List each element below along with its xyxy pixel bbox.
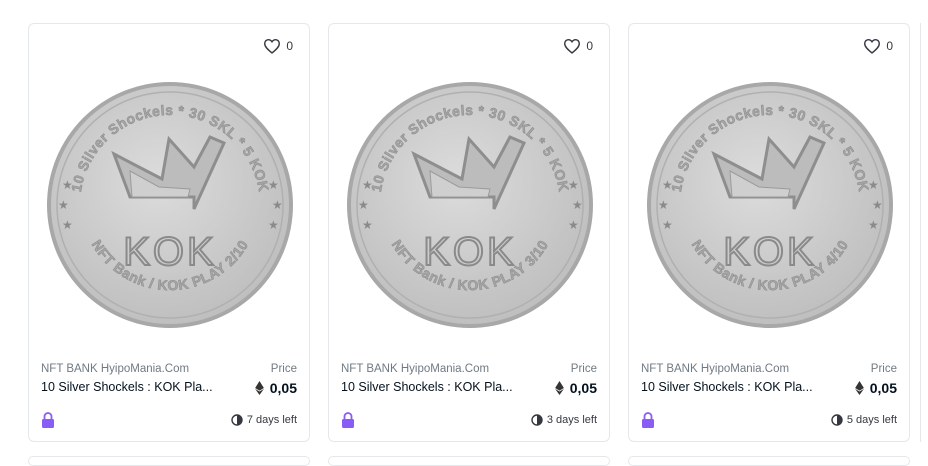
favorite-count: 0 [286,39,293,53]
time-left: 3 days left [531,414,597,426]
nft-card[interactable]: 0 10 Silver Shockels * 30 SKL * 5 KOK NF… [628,23,910,442]
favorite-count: 0 [886,39,893,53]
coin-image: 10 Silver Shockels * 30 SKL * 5 KOK NFT … [47,82,293,328]
svg-text:★: ★ [268,218,279,232]
clock-icon [831,414,843,426]
clock-icon [231,414,243,426]
price-label: Price [570,363,597,375]
svg-text:★: ★ [272,198,283,212]
svg-text:★: ★ [662,178,673,192]
nft-image[interactable]: 10 Silver Shockels * 30 SKL * 5 KOK NFT … [344,71,596,339]
price-label: Price [870,363,897,375]
time-left-text: 7 days left [246,414,297,426]
lock-icon [342,412,354,428]
item-name[interactable]: 10 Silver Shockels : KOK Pla... [641,380,816,394]
svg-text:★: ★ [62,218,73,232]
time-left-text: 3 days left [546,414,597,426]
svg-text:★: ★ [868,178,879,192]
price: 0,05 [554,380,597,396]
next-row-card-edge [28,456,310,466]
time-left: 7 days left [231,414,297,426]
svg-text:★: ★ [62,178,73,192]
nft-card[interactable]: 0 10 Silver Shockels * 30 SKL * 5 KOK NF… [328,23,610,442]
svg-text:★: ★ [868,218,879,232]
nft-image[interactable]: 10 Silver Shockels * 30 SKL * 5 KOK NFT … [44,71,296,339]
svg-text:★: ★ [362,218,373,232]
collection-name[interactable]: NFT BANK HyipoMania.Com [41,363,189,375]
price-value: 0,05 [569,380,597,396]
svg-text:★: ★ [662,218,673,232]
price-value: 0,05 [269,380,297,396]
favorite-button[interactable]: 0 [263,38,293,54]
clock-icon [531,414,543,426]
price-label: Price [270,363,297,375]
ethereum-icon [254,381,264,395]
next-row-card-edge [328,456,610,466]
item-name[interactable]: 10 Silver Shockels : KOK Pla... [41,380,216,394]
heart-icon [864,38,881,54]
collection-name[interactable]: NFT BANK HyipoMania.Com [341,363,489,375]
next-card-edge [920,23,928,442]
favorite-button[interactable]: 0 [863,38,893,54]
coin-image: 10 Silver Shockels * 30 SKL * 5 KOK NFT … [647,82,893,328]
nft-card[interactable]: 0 10 Silver Shockels * 30 SKL * 5 KOK NF… [28,23,310,442]
heart-icon [564,38,581,54]
time-left: 5 days left [831,414,897,426]
coin-center-text: KOK [123,230,216,274]
price: 0,05 [254,380,297,396]
favorite-button[interactable]: 0 [563,38,593,54]
next-row-card-edge [628,456,910,466]
item-name[interactable]: 10 Silver Shockels : KOK Pla... [341,380,516,394]
coin-center-text: KOK [423,230,516,274]
svg-text:★: ★ [268,178,279,192]
svg-text:★: ★ [872,198,883,212]
lock-icon [42,412,54,428]
time-left-text: 5 days left [846,414,897,426]
collection-name[interactable]: NFT BANK HyipoMania.Com [641,363,789,375]
heart-icon [264,38,281,54]
price: 0,05 [854,380,897,396]
svg-text:★: ★ [568,218,579,232]
svg-text:★: ★ [572,198,583,212]
svg-text:★: ★ [358,198,369,212]
lock-button[interactable] [41,412,55,433]
coin-center-text: KOK [723,230,816,274]
svg-text:★: ★ [58,198,69,212]
svg-text:★: ★ [658,198,669,212]
nft-image[interactable]: 10 Silver Shockels * 30 SKL * 5 KOK NFT … [644,71,896,339]
favorite-count: 0 [586,39,593,53]
svg-text:★: ★ [362,178,373,192]
price-value: 0,05 [869,380,897,396]
lock-button[interactable] [341,412,355,433]
svg-text:★: ★ [568,178,579,192]
ethereum-icon [854,381,864,395]
ethereum-icon [554,381,564,395]
lock-icon [642,412,654,428]
coin-image: 10 Silver Shockels * 30 SKL * 5 KOK NFT … [347,82,593,328]
lock-button[interactable] [641,412,655,433]
